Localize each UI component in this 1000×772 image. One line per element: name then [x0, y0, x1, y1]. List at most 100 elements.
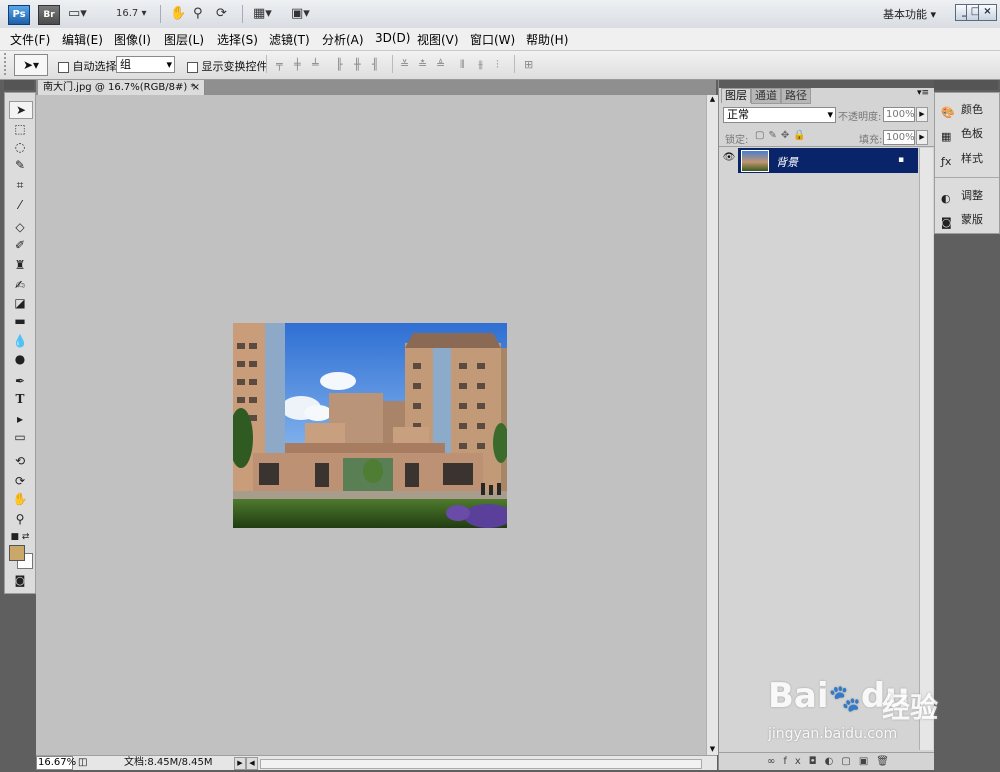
clone-stamp-tool-icon[interactable]: ♜ [9, 257, 31, 273]
scroll-down-icon[interactable]: ▼ [708, 745, 717, 755]
dock-adjustments[interactable]: ◐ 调整 [941, 187, 983, 205]
healing-brush-tool-icon[interactable]: ◇ [9, 219, 31, 235]
auto-align-icon[interactable]: ⊞ [524, 59, 538, 71]
scroll-left-icon[interactable]: ◀ [246, 757, 258, 770]
eraser-tool-icon[interactable]: ◪ [9, 295, 31, 311]
fill-arrow-icon[interactable]: ▶ [916, 130, 928, 145]
auto-select-dropdown[interactable]: 组 ▾ [116, 56, 175, 73]
status-menu-arrow-icon[interactable]: ▶ [234, 757, 246, 770]
document-tab[interactable]: 南大门.jpg @ 16.7%(RGB/8#) * × [38, 80, 205, 95]
tools-panel-header[interactable] [4, 80, 34, 90]
eye-visibility-icon[interactable]: 👁 [722, 152, 736, 166]
menu-select[interactable]: 选择(S) [217, 31, 258, 48]
distribute-bottom-icon[interactable]: ≜ [436, 59, 450, 71]
workspace-switcher[interactable]: 基本功能 ▾ [883, 6, 936, 22]
zoom-field[interactable]: 16.67% [36, 756, 76, 770]
zoom-level-dropdown[interactable]: 16.7 ▾ [116, 6, 146, 22]
tab-channels[interactable]: 通道 [751, 88, 781, 104]
brush-tool-icon[interactable]: ✐ [9, 237, 31, 253]
opacity-arrow-icon[interactable]: ▶ [916, 107, 928, 122]
screen-mode-icon[interactable]: ▭▾ [68, 6, 87, 22]
menu-help[interactable]: 帮助(H) [526, 31, 568, 48]
align-left-icon[interactable]: ╟ [336, 59, 350, 71]
opacity-field[interactable]: 100% [883, 107, 915, 122]
arrange-documents-icon[interactable]: ▦▾ [253, 6, 272, 22]
history-brush-tool-icon[interactable]: ✍ [9, 277, 31, 293]
photoshop-logo[interactable]: Ps [8, 5, 30, 25]
auto-select-checkbox[interactable]: 自动选择: [58, 58, 120, 74]
layer-name[interactable]: 背景 [776, 154, 798, 170]
paw-icon: 🐾 [828, 684, 861, 714]
menu-layer[interactable]: 图层(L) [164, 31, 204, 48]
dock-masks[interactable]: ◙ 蒙版 [941, 211, 983, 229]
distribute-left-icon[interactable]: ⫴ [460, 59, 474, 71]
dock-styles[interactable]: ƒx 样式 [941, 150, 983, 168]
dock-color[interactable]: 🎨 颜色 [941, 101, 983, 119]
checkbox-box[interactable] [58, 61, 69, 73]
panel-grip[interactable] [719, 80, 934, 88]
close-button[interactable]: × [978, 4, 997, 21]
vertical-scrollbar[interactable]: ▲ ▼ [706, 95, 718, 755]
shape-tool-icon[interactable]: ▭ [9, 429, 31, 445]
lasso-tool-icon[interactable]: ◌ [9, 139, 31, 155]
crop-tool-icon[interactable]: ⌗ [9, 177, 31, 193]
align-hcenter-icon[interactable]: ╫ [354, 59, 368, 71]
menu-filter[interactable]: 滤镜(T) [269, 31, 310, 48]
distribute-hcenter-icon[interactable]: ⫵ [478, 59, 492, 71]
swap-colors-icon[interactable]: ■ ⇄ [9, 529, 31, 545]
tool-preset-picker[interactable]: ➤▾ [14, 54, 48, 76]
dock-header[interactable] [934, 80, 998, 90]
hand-icon[interactable]: ✋ [170, 6, 186, 22]
gradient-tool-icon[interactable]: ▬ [9, 313, 31, 329]
bridge-logo[interactable]: Br [38, 5, 60, 25]
screen-mode-dropdown-icon[interactable]: ▣▾ [291, 6, 310, 22]
show-transform-checkbox[interactable]: 显示变换控件 [187, 58, 268, 74]
blend-mode-dropdown[interactable]: 正常 ▾ [723, 107, 836, 123]
align-bottom-icon[interactable]: ╧ [312, 59, 326, 71]
fill-field[interactable]: 100% [883, 130, 915, 145]
tab-layers[interactable]: 图层 [721, 88, 751, 103]
menu-3d[interactable]: 3D(D) [375, 31, 410, 45]
3d-orbit-tool-icon[interactable]: ⟳ [9, 473, 31, 489]
type-tool-icon[interactable]: T [9, 391, 31, 407]
dodge-tool-icon[interactable]: ● [9, 351, 31, 367]
zoom-icon[interactable]: ⚲ [193, 6, 203, 22]
zoom-tool-icon[interactable]: ⚲ [9, 511, 31, 527]
menu-image[interactable]: 图像(I) [114, 31, 151, 48]
menu-analysis[interactable]: 分析(A) [322, 31, 364, 48]
options-grip[interactable] [4, 53, 9, 75]
quick-selection-tool-icon[interactable]: ✎ [9, 157, 31, 173]
menu-window[interactable]: 窗口(W) [470, 31, 515, 48]
align-top-icon[interactable]: ╤ [276, 59, 290, 71]
status-icon[interactable]: ◫ [78, 756, 87, 770]
close-tab-icon[interactable]: × [192, 80, 200, 95]
lock-icons[interactable]: ▢✎✥🔒 [755, 130, 810, 141]
dock-swatches[interactable]: ▦ 色板 [941, 125, 983, 143]
horizontal-scrollbar[interactable] [260, 759, 702, 769]
menu-edit[interactable]: 编辑(E) [62, 31, 103, 48]
tab-paths[interactable]: 路径 [781, 88, 811, 104]
move-tool-icon[interactable]: ➤ [9, 101, 33, 119]
foreground-color-swatch[interactable] [9, 545, 25, 561]
eyedropper-tool-icon[interactable]: ⁄ [9, 197, 31, 213]
layer-row-background[interactable]: 背景 ▪ [738, 148, 918, 173]
distribute-right-icon[interactable]: ⫶ [496, 59, 510, 71]
distribute-vcenter-icon[interactable]: ≛ [418, 59, 432, 71]
blur-tool-icon[interactable]: 💧 [9, 333, 31, 349]
align-right-icon[interactable]: ╢ [372, 59, 386, 71]
pen-tool-icon[interactable]: ✒ [9, 373, 31, 389]
layers-scrollbar[interactable] [919, 148, 933, 750]
panel-menu-icon[interactable]: ▾≡ [917, 88, 929, 98]
checkbox-box[interactable] [187, 61, 198, 73]
hand-tool-icon[interactable]: ✋ [9, 491, 31, 507]
menu-view[interactable]: 视图(V) [417, 31, 459, 48]
path-selection-tool-icon[interactable]: ▸ [9, 411, 31, 427]
3d-rotate-tool-icon[interactable]: ⟲ [9, 453, 31, 469]
menu-file[interactable]: 文件(F) [10, 31, 50, 48]
scroll-up-icon[interactable]: ▲ [708, 95, 717, 105]
rotate-view-icon[interactable]: ⟳ [216, 6, 227, 22]
distribute-top-icon[interactable]: ≚ [400, 59, 414, 71]
quick-mask-icon[interactable]: ◙ [9, 573, 31, 589]
marquee-tool-icon[interactable]: ⬚ [9, 121, 31, 137]
align-vcenter-icon[interactable]: ╪ [294, 59, 308, 71]
